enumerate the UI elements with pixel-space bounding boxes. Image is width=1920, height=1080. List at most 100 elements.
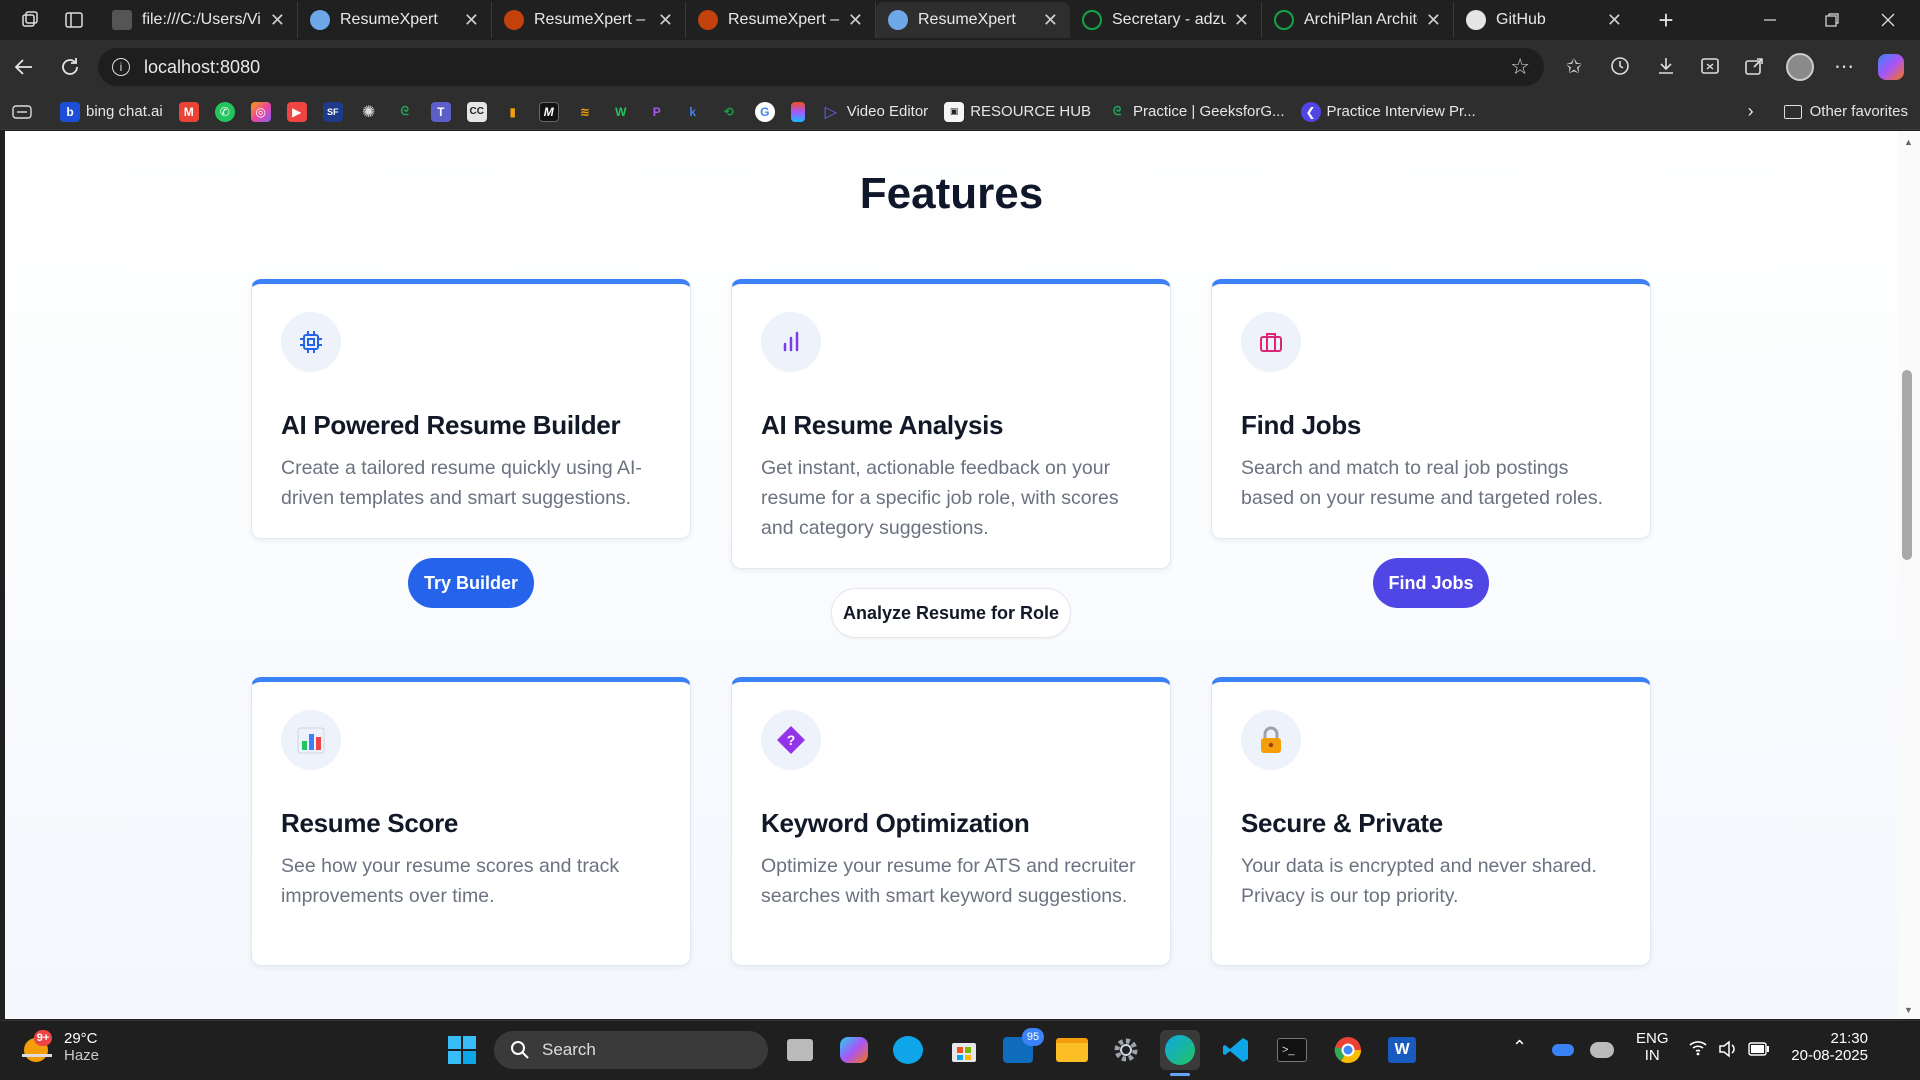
wifi-icon[interactable] [1688,1038,1708,1061]
onedrive-icon[interactable] [1552,1044,1574,1056]
bookmark-gfg[interactable]: ᘓ [395,102,415,122]
interview-icon: ❮ [1300,101,1321,122]
new-tab-icon[interactable]: + [1648,2,1684,38]
bookmark-p[interactable]: P [647,102,667,122]
minimize-icon[interactable] [1752,2,1788,38]
bookmark-google[interactable]: G [754,101,775,122]
show-hidden-icons-chevron-icon[interactable]: ⌃ [1512,1037,1527,1058]
tab-resumexpert[interactable]: ResumeXpert ✕ [298,2,492,38]
file-icon [112,10,132,30]
bookmark-chart[interactable]: ▮ [503,102,523,122]
address-bar[interactable]: i localhost:8080 ☆ [98,48,1544,86]
outlook-icon[interactable]: 95 [998,1028,1044,1070]
bookmark-practice-gfg[interactable]: ᘓ Practice | GeeksforG... [1107,102,1285,122]
favorites-icon[interactable]: ✩ [1556,48,1592,84]
page-scrollbar[interactable]: ▲ ▼ [1898,131,1920,1019]
taskbar-search-box[interactable]: Search [494,1031,768,1069]
vertical-tabs-icon[interactable] [56,2,92,38]
close-icon[interactable]: ✕ [464,10,479,31]
bookmark-figma[interactable] [790,101,805,122]
find-jobs-button[interactable]: Find Jobs [1373,558,1489,608]
clock[interactable]: 21:30 20-08-2025 [1784,1030,1868,1064]
share-icon[interactable] [1736,48,1772,84]
bookmark-openai[interactable]: ✺ [359,102,379,122]
bookmark-cc[interactable]: CC [466,101,487,122]
scroll-up-icon[interactable]: ▲ [1904,137,1913,147]
vscode-icon[interactable] [1216,1030,1256,1070]
terminal-icon[interactable]: >_ [1272,1030,1312,1070]
history-icon[interactable] [1602,48,1638,84]
volume-icon[interactable] [1718,1040,1738,1063]
copilot-taskbar-icon[interactable] [834,1030,874,1070]
bookmark-sf[interactable]: SF [322,101,343,122]
bookmark-instagram[interactable]: ◎ [250,101,271,122]
flame-favicon [504,10,524,30]
bookmark-gfg2[interactable]: ⟲ [719,102,739,122]
bookmarks-overflow-icon[interactable]: › [1748,101,1754,122]
bookmark-gmail[interactable]: M [178,101,199,122]
more-menu-icon[interactable]: ⋯ [1826,48,1862,84]
close-icon[interactable]: ✕ [270,10,285,31]
settings-gear-icon[interactable] [1106,1030,1146,1070]
card-title: AI Resume Analysis [761,410,1004,440]
bookmark-k[interactable]: k [683,102,703,122]
bookmark-teams[interactable]: T [430,101,451,122]
word-icon[interactable]: W [1382,1030,1422,1070]
tab-archiplan[interactable]: ArchiPlan Archite ✕ [1262,2,1454,38]
bookmark-bing[interactable]: b bing chat.ai [60,101,163,122]
refresh-icon[interactable] [52,49,88,85]
close-icon[interactable]: ✕ [658,10,673,31]
bookmark-medium[interactable]: M [538,101,559,122]
onedrive-personal-icon[interactable] [1590,1042,1614,1058]
sidebar-toggle-icon[interactable] [12,104,32,120]
tab-secretary[interactable]: Secretary - adzun ✕ [1070,2,1262,38]
folder-icon [1783,104,1802,119]
bookmark-stack[interactable]: ≋ [575,102,595,122]
profile-avatar[interactable] [1786,53,1814,81]
close-icon[interactable]: ✕ [1234,10,1249,31]
close-icon[interactable]: ✕ [1043,10,1058,31]
scrollbar-thumb[interactable] [1902,370,1912,560]
screenshot-icon[interactable] [1692,48,1728,84]
tab-resumexpert-claude[interactable]: ResumeXpert – Cl ✕ [492,2,686,38]
tab-resumexpert-claude-2[interactable]: ResumeXpert – Cl ✕ [686,2,876,38]
zoom-meet-icon[interactable] [888,1030,928,1070]
bookmark-practice-interview[interactable]: ❮ Practice Interview Pr... [1300,101,1476,122]
back-icon[interactable] [6,49,42,85]
feature-card-resume-score: Resume Score See how your resume scores … [251,677,691,966]
file-explorer-icon[interactable] [1052,1030,1092,1070]
weather-widget[interactable]: 9+ 29°C Haze [20,1030,99,1064]
bookmark-video-editor[interactable]: ▷ Video Editor [821,102,929,122]
workspaces-icon[interactable] [12,2,48,38]
copilot-icon[interactable] [1878,54,1904,80]
bookmark-youtube[interactable]: ▶ [286,101,307,122]
scroll-down-icon[interactable]: ▼ [1904,1005,1913,1015]
favorite-star-icon[interactable]: ☆ [1510,54,1530,80]
other-favorites[interactable]: Other favorites [1783,103,1908,120]
close-window-icon[interactable] [1870,2,1906,38]
task-view-icon[interactable] [780,1030,820,1070]
tab-resumexpert-active[interactable]: ResumeXpert ✕ [876,2,1070,38]
restore-icon[interactable] [1814,2,1850,38]
close-icon[interactable]: ✕ [1426,10,1441,31]
downloads-icon[interactable] [1648,48,1684,84]
bookmark-resource-hub[interactable]: ▣ RESOURCE HUB [944,101,1091,122]
start-windows-icon[interactable] [442,1030,482,1070]
input-language[interactable]: ENG IN [1636,1030,1669,1064]
battery-icon[interactable] [1748,1042,1770,1061]
try-builder-button[interactable]: Try Builder [408,558,534,608]
tab-file[interactable]: file:///C:/Users/Vi ✕ [100,2,298,38]
microsoft-store-icon[interactable] [944,1030,984,1070]
feature-card-resume-analysis: AI Resume Analysis Get instant, actionab… [731,279,1171,569]
info-icon[interactable]: i [112,58,130,76]
tab-github[interactable]: GitHub ✕ [1454,2,1634,38]
close-icon[interactable]: ✕ [1607,10,1622,31]
edge-browser-icon[interactable] [1160,1030,1200,1070]
chrome-icon[interactable] [1328,1030,1368,1070]
close-icon[interactable]: ✕ [848,10,863,31]
sf-icon: SF [322,101,343,122]
analyze-resume-button[interactable]: Analyze Resume for Role [831,588,1071,638]
bookmark-whatsapp[interactable]: ✆ [214,101,235,122]
bookmark-w[interactable]: W [611,102,631,122]
w-icon: W [615,104,627,119]
